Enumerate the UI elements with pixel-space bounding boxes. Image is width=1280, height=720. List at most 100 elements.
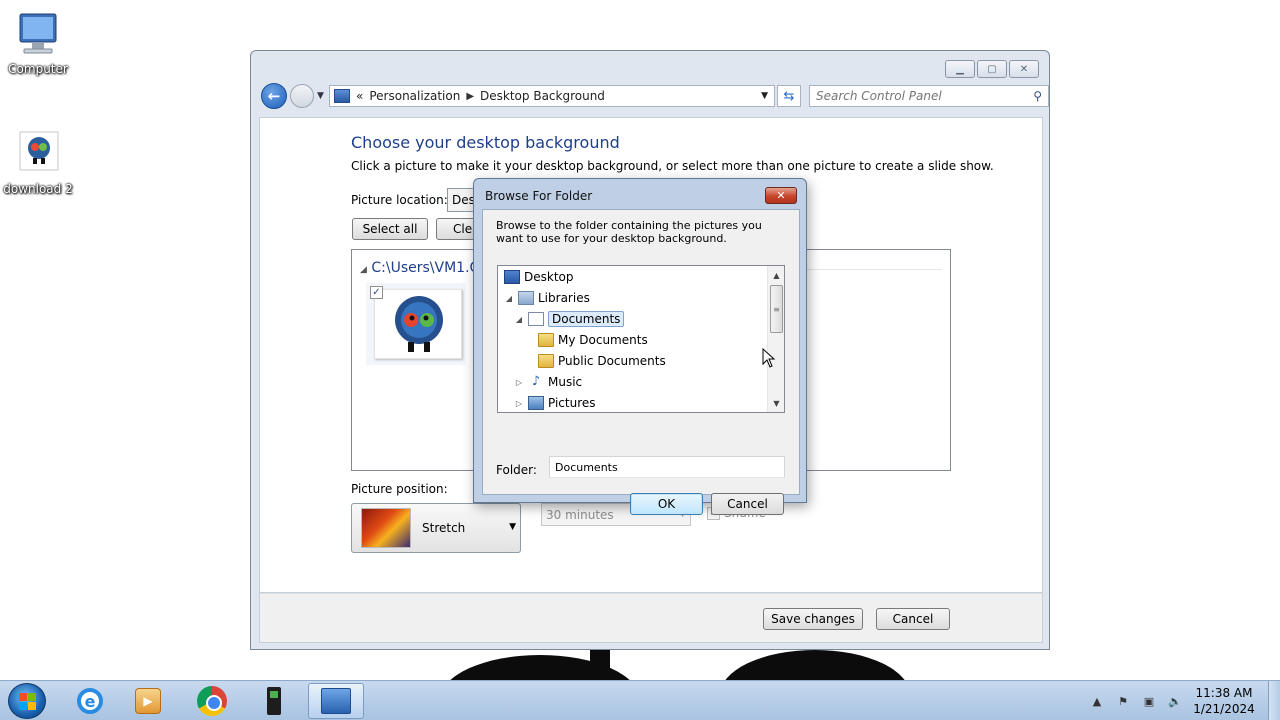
chevron-down-icon: ▼: [317, 91, 324, 101]
volume-muted-icon[interactable]: 🔈: [1166, 693, 1184, 709]
clock[interactable]: 11:38 AM 1/21/2024: [1192, 685, 1256, 717]
dialog-close-button[interactable]: ✕: [765, 187, 797, 204]
clear-all-button[interactable]: Clea: [436, 218, 476, 240]
show-desktop-button[interactable]: [1268, 681, 1280, 720]
select-all-button[interactable]: Select all: [352, 218, 428, 240]
control-panel-icon: [321, 688, 351, 714]
save-changes-button[interactable]: Save changes: [763, 608, 863, 630]
tree-item-public-documents[interactable]: Public Documents: [538, 351, 666, 371]
windows-logo-icon: [19, 693, 36, 710]
taskbar-phone-app[interactable]: [246, 683, 302, 719]
folder-icon: [538, 354, 554, 368]
expand-icon[interactable]: ▷: [514, 399, 524, 408]
phone-icon: [267, 687, 281, 715]
computer-icon: [14, 10, 62, 58]
cancel-button[interactable]: Cancel: [876, 608, 950, 630]
page-subtitle: Click a picture to make it your desktop …: [351, 159, 994, 173]
folder-label: Folder:: [496, 463, 537, 477]
desktop-icon-label: Computer: [8, 62, 68, 76]
libraries-icon: [518, 291, 534, 305]
tree-item-label: My Documents: [558, 333, 648, 347]
search-input[interactable]: [816, 89, 1016, 103]
mouse-cursor-icon: [762, 348, 776, 368]
scroll-thumb[interactable]: ≡: [770, 285, 783, 333]
dialog-title: Browse For Folder: [485, 189, 593, 203]
network-icon[interactable]: ▣: [1140, 693, 1158, 709]
chrome-icon: [197, 686, 227, 716]
search-icon[interactable]: ⚲: [1033, 89, 1042, 103]
expand-icon[interactable]: ▷: [514, 378, 524, 387]
breadcrumb-item-desktop-background[interactable]: Desktop Background: [480, 89, 605, 103]
breadcrumb[interactable]: « Personalization ▶ Desktop Background ▼: [329, 85, 775, 107]
taskbar-internet-explorer[interactable]: e: [62, 683, 118, 719]
breadcrumb-root-marker[interactable]: «: [356, 89, 363, 103]
tree-item-label: Desktop: [524, 270, 574, 284]
taskbar-control-panel[interactable]: [308, 683, 364, 719]
tree-item-label: Public Documents: [558, 354, 666, 368]
picture-position-select[interactable]: Stretch ▼: [351, 503, 521, 553]
collapse-icon[interactable]: ◢: [514, 315, 524, 324]
dialog-instructions: Browse to the folder containing the pict…: [496, 219, 762, 245]
back-button[interactable]: ←: [261, 83, 287, 109]
tree-scrollbar[interactable]: ▲ ≡ ▼: [767, 266, 784, 412]
picture-group-heading[interactable]: ◢ C:\Users\VM1.C: [360, 260, 479, 276]
recent-pages-dropdown[interactable]: ▼: [317, 91, 324, 101]
picture-thumbnail[interactable]: [374, 289, 462, 359]
media-player-icon: ▶: [135, 688, 161, 714]
breadcrumb-separator-icon[interactable]: ▶: [466, 91, 474, 102]
scroll-down-icon[interactable]: ▼: [768, 395, 784, 411]
refresh-button[interactable]: ⇆: [777, 85, 801, 107]
folder-icon: [538, 333, 554, 347]
system-tray: ▲ ⚑ ▣ 🔈 11:38 AM 1/21/2024: [1088, 681, 1280, 720]
internet-explorer-icon: e: [77, 688, 103, 714]
tree-item-label: Libraries: [538, 291, 590, 305]
address-row: ← ▼ « Personalization ▶ Desktop Backgrou…: [259, 83, 1049, 109]
tree-item-desktop[interactable]: Desktop: [504, 267, 574, 287]
tree-item-label: Pictures: [548, 396, 596, 410]
desktop-icon-label: download 2: [3, 182, 73, 196]
desktop-icon-computer[interactable]: Computer: [0, 10, 76, 76]
action-center-flag-icon[interactable]: ⚑: [1114, 693, 1132, 709]
dialog-cancel-button[interactable]: Cancel: [711, 493, 784, 515]
browse-for-folder-dialog: Browse For Folder ✕ Browse to the folder…: [473, 178, 807, 515]
tree-item-my-documents[interactable]: My Documents: [538, 330, 648, 350]
back-arrow-icon: ←: [267, 87, 281, 105]
minimize-button[interactable]: ▁: [945, 60, 975, 78]
picture-location-label: Picture location:: [351, 193, 448, 207]
window-caption-buttons: ▁ ▢ ✕: [945, 60, 1039, 78]
picture-thumbnail-item[interactable]: ✓: [366, 283, 466, 365]
chevron-down-icon[interactable]: ▼: [761, 91, 768, 101]
tree-item-pictures[interactable]: ▷ Pictures: [514, 393, 596, 412]
picture-position-value: Stretch: [422, 521, 466, 535]
collapse-icon[interactable]: ◢: [504, 294, 514, 303]
close-button[interactable]: ✕: [1009, 60, 1039, 78]
picture-position-label: Picture position:: [351, 482, 448, 496]
document-library-icon: [528, 312, 544, 326]
forward-button[interactable]: [290, 84, 314, 108]
taskbar-media-player[interactable]: ▶: [120, 683, 176, 719]
scroll-up-icon[interactable]: ▲: [768, 267, 784, 283]
tree-item-libraries[interactable]: ◢ Libraries: [504, 288, 590, 308]
taskbar-chrome[interactable]: [184, 683, 240, 719]
refresh-icon: ⇆: [783, 88, 795, 104]
tree-item-label: Music: [548, 375, 583, 389]
desktop-icon-download-2[interactable]: download 2: [0, 130, 76, 196]
tree-item-documents[interactable]: ◢ Documents: [514, 309, 625, 329]
show-hidden-icons-icon[interactable]: ▲: [1088, 693, 1106, 709]
start-button[interactable]: [8, 683, 46, 719]
music-icon: ♪: [531, 374, 541, 389]
maximize-button[interactable]: ▢: [977, 60, 1007, 78]
command-bar: Save changes Cancel: [259, 593, 1043, 643]
folder-tree[interactable]: Desktop ◢ Libraries ◢ Documents My Docum…: [497, 265, 785, 413]
ok-button[interactable]: OK: [630, 493, 703, 515]
close-icon: ✕: [776, 189, 786, 202]
folder-input[interactable]: [549, 456, 785, 478]
close-icon: ✕: [1019, 63, 1029, 75]
breadcrumb-item-personalization[interactable]: Personalization: [369, 89, 460, 103]
maximize-icon: ▢: [987, 63, 997, 75]
picture-checkbox[interactable]: ✓: [370, 286, 383, 299]
clock-time: 11:38 AM: [1195, 686, 1253, 700]
tree-item-music[interactable]: ▷ ♪ Music: [514, 372, 582, 392]
search-box[interactable]: ⚲: [809, 85, 1049, 107]
chevron-down-icon: ▼: [509, 522, 516, 532]
